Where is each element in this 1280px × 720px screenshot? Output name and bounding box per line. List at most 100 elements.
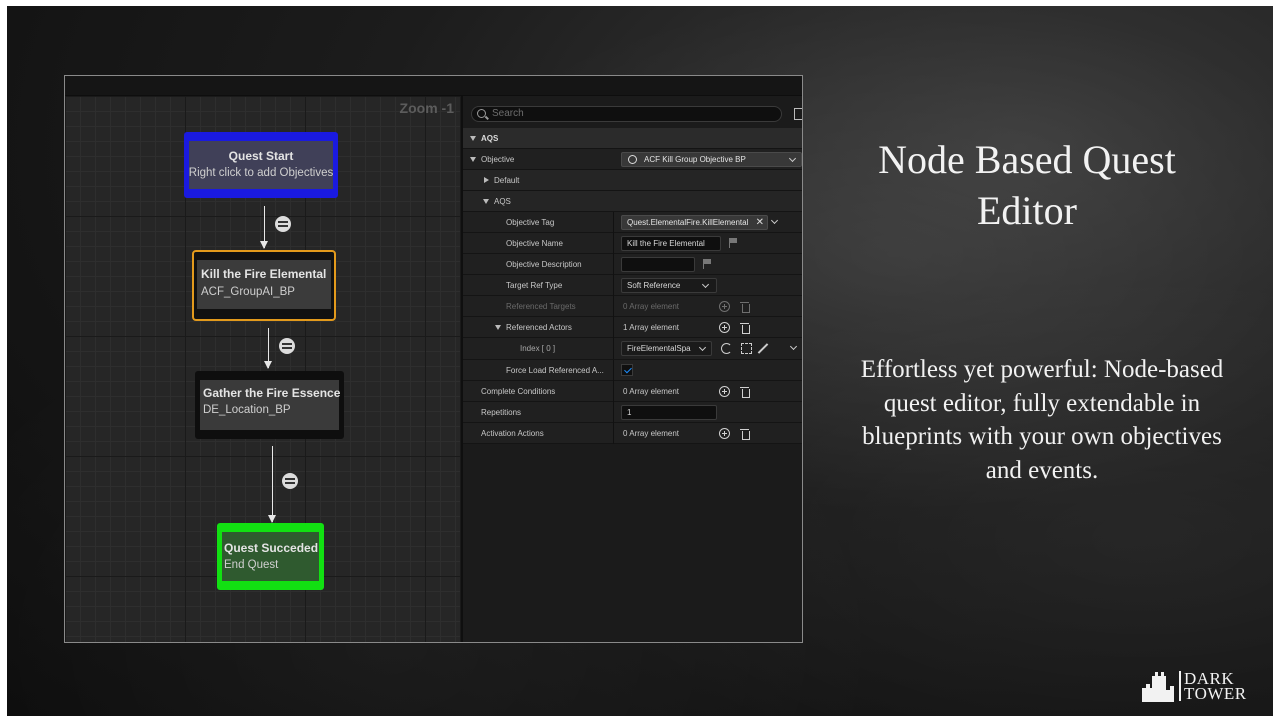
trash-icon[interactable] [740, 301, 750, 313]
objective-description-input[interactable] [621, 257, 695, 272]
quest-graph[interactable]: Zoom -1 Quest Start Right click to add O… [65, 96, 460, 642]
divider [613, 317, 614, 338]
kill-fire-elemental-node[interactable]: Kill the Fire Elemental ACF_GroupAI_BP [192, 250, 336, 321]
dark-tower-logo: DARK TOWER [1140, 668, 1260, 706]
divider [613, 212, 614, 233]
referenced-targets-row: Referenced Targets 0 Array element [463, 296, 802, 317]
actor-picker-value: FireElementalSpa [627, 344, 691, 353]
row-value: 0 Array element [623, 302, 680, 311]
objective-description-row: Objective Description [463, 254, 802, 275]
node-title: Quest Succeded [224, 541, 319, 555]
objective-row: Objective ACF Kill Group Objective BP [463, 149, 802, 170]
close-icon[interactable]: ✕ [756, 216, 764, 229]
objective-value: ACF Kill Group Objective BP [644, 155, 746, 164]
plus-icon[interactable] [719, 301, 730, 312]
chevron-down-icon[interactable] [789, 342, 798, 351]
editor-toolbar [65, 76, 802, 96]
trash-icon[interactable] [740, 386, 750, 398]
category-label: Default [494, 176, 520, 185]
slide-heading: Node Based Quest Editor [878, 137, 1176, 233]
row-label: Referenced Actors [506, 323, 572, 332]
row-label: Objective Tag [506, 218, 555, 227]
node-subtitle: Right click to add Objectives [188, 167, 334, 179]
repetitions-row: Repetitions 1 [463, 402, 802, 423]
plus-icon[interactable] [719, 322, 730, 333]
grid-icon[interactable] [794, 108, 802, 120]
target-ref-type-value: Soft Reference [627, 281, 681, 290]
index-0-row: Index [ 0 ] FireElementalSpa [463, 338, 802, 360]
node-subtitle: ACF_GroupAI_BP [201, 286, 295, 298]
chevron-down-icon [483, 199, 489, 204]
select-actor-icon[interactable] [741, 343, 752, 354]
transition-arrow [268, 446, 276, 523]
quest-succeded-node[interactable]: Quest Succeded End Quest [217, 523, 324, 590]
category-label: AQS [494, 197, 511, 206]
row-label: Complete Conditions [481, 387, 556, 396]
objective-tag-value: Quest.ElementalFire.KillElemental [627, 218, 749, 227]
eyedropper-icon[interactable] [757, 343, 769, 354]
actor-picker[interactable]: FireElementalSpa [621, 341, 712, 356]
plus-icon[interactable] [719, 386, 730, 397]
row-label: Objective [481, 155, 515, 164]
node-title: Gather the Fire Essence [203, 386, 341, 400]
repetitions-input[interactable]: 1 [621, 405, 717, 420]
trash-icon[interactable] [740, 428, 750, 440]
row-value: 0 Array element [623, 387, 680, 396]
target-ref-type-dropdown[interactable]: Soft Reference [621, 278, 717, 293]
row-label: Objective Name [506, 239, 563, 248]
chevron-down-icon[interactable] [470, 157, 476, 162]
row-value: 1 Array element [623, 323, 680, 332]
node-title: Quest Start [228, 149, 294, 163]
category-default[interactable]: Default [463, 170, 802, 191]
objective-name-input[interactable]: Kill the Fire Elemental [621, 236, 721, 251]
search-placeholder: Search [492, 108, 524, 119]
row-label: Index [ 0 ] [520, 344, 556, 353]
category-aqs-sub[interactable]: AQS [463, 191, 802, 212]
transition-icon[interactable] [279, 338, 295, 354]
category-aqs[interactable]: AQS [463, 128, 802, 149]
objective-dropdown[interactable]: ACF Kill Group Objective BP [621, 152, 802, 167]
force-load-row: Force Load Referenced A... [463, 360, 802, 381]
divider [613, 254, 614, 275]
castle-icon [1142, 672, 1174, 702]
objective-name-row: Objective Name Kill the Fire Elemental [463, 233, 802, 254]
divider [613, 233, 614, 254]
search-input[interactable]: Search [471, 106, 782, 122]
activation-actions-row: Activation Actions 0 Array element [463, 423, 802, 444]
chevron-down-icon [470, 136, 476, 141]
divider [613, 381, 614, 402]
chevron-down-icon[interactable] [770, 216, 779, 225]
flag-icon[interactable] [703, 259, 712, 269]
row-label: Referenced Targets [506, 302, 576, 311]
divider [613, 275, 614, 296]
chevron-down-icon[interactable] [495, 325, 501, 330]
transition-icon[interactable] [282, 473, 298, 489]
divider [613, 338, 614, 359]
trash-icon[interactable] [740, 322, 750, 334]
target-ref-type-row: Target Ref Type Soft Reference [463, 275, 802, 296]
transition-icon[interactable] [275, 216, 291, 232]
logo-text-line2: TOWER [1184, 684, 1247, 703]
transition-arrow [264, 328, 272, 369]
divider [613, 423, 614, 444]
chevron-right-icon [484, 177, 489, 183]
slide-body-text: Effortless yet powerful: Node-based ques… [860, 356, 1224, 484]
node-title: Kill the Fire Elemental [201, 267, 327, 281]
browse-icon[interactable] [721, 343, 732, 354]
divider [613, 360, 614, 381]
gather-fire-essence-node[interactable]: Gather the Fire Essence DE_Location_BP [195, 371, 344, 439]
transition-arrow [260, 206, 268, 249]
referenced-actors-row: Referenced Actors 1 Array element [463, 317, 802, 338]
chevron-down-icon [698, 343, 707, 352]
category-label: AQS [481, 134, 499, 143]
search-icon [477, 109, 486, 118]
quest-start-node[interactable]: Quest Start Right click to add Objective… [184, 132, 338, 198]
details-panel: Search AQS Objective ACF Kill Group Obje… [461, 96, 802, 642]
flag-icon[interactable] [729, 238, 738, 248]
row-label: Objective Description [506, 260, 582, 269]
force-load-checkbox[interactable] [621, 364, 633, 376]
plus-icon[interactable] [719, 428, 730, 439]
objective-tag-chip[interactable]: Quest.ElementalFire.KillElemental ✕ [621, 215, 768, 230]
chevron-down-icon [788, 154, 797, 163]
row-label: Repetitions [481, 408, 522, 417]
